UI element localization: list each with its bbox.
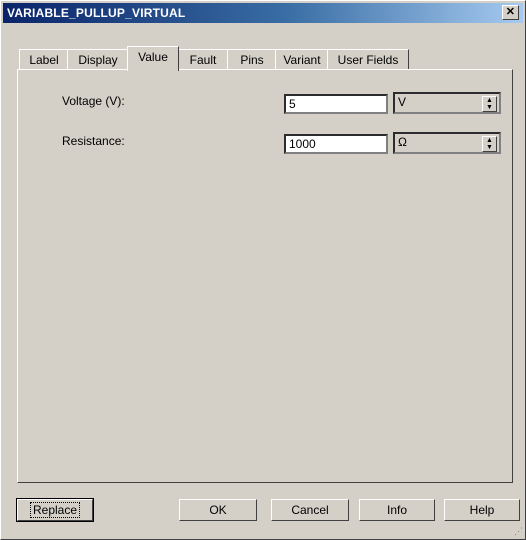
tab-value[interactable]: Value: [127, 46, 179, 71]
resistance-unit-value: Ω: [398, 135, 407, 149]
info-button[interactable]: Info: [359, 499, 435, 521]
close-button[interactable]: ✕: [502, 5, 519, 20]
ok-button[interactable]: OK: [179, 499, 257, 521]
tab-pins[interactable]: Pins: [227, 49, 277, 70]
title-bar[interactable]: VARIABLE_PULLUP_VIRTUAL ✕: [3, 3, 523, 23]
voltage-input[interactable]: [284, 94, 388, 114]
resistance-input[interactable]: [284, 134, 388, 154]
tab-user-fields[interactable]: User Fields: [327, 49, 409, 70]
tab-display[interactable]: Display: [67, 49, 129, 70]
resize-grip-icon[interactable]: ⋰: [511, 525, 523, 537]
cancel-button[interactable]: Cancel: [271, 499, 349, 521]
dialog-window: VARIABLE_PULLUP_VIRTUAL ✕ Label Display …: [0, 0, 526, 540]
tab-variant[interactable]: Variant: [275, 49, 329, 70]
voltage-unit-value: V: [398, 95, 407, 109]
close-icon: ✕: [505, 6, 516, 18]
value-panel: Voltage (V): V ▲▼ Resistance: Ω ▲▼: [17, 69, 513, 483]
replace-button[interactable]: Replace: [16, 498, 94, 522]
tab-label[interactable]: Label: [19, 49, 69, 70]
resistance-unit-spinner[interactable]: Ω ▲ ▼: [393, 132, 501, 154]
spin-arrows-icon[interactable]: ▲ ▼: [482, 136, 497, 152]
replace-button-label: Replace: [29, 502, 81, 518]
help-button[interactable]: Help: [444, 499, 520, 521]
spin-arrows-icon[interactable]: ▲ ▼: [482, 96, 497, 112]
voltage-label: Voltage (V):: [62, 94, 125, 108]
resistance-label: Resistance:: [62, 134, 125, 148]
window-title: VARIABLE_PULLUP_VIRTUAL: [7, 6, 186, 20]
voltage-unit-spinner[interactable]: V ▲ ▼: [393, 92, 501, 114]
tab-fault[interactable]: Fault: [177, 49, 229, 70]
